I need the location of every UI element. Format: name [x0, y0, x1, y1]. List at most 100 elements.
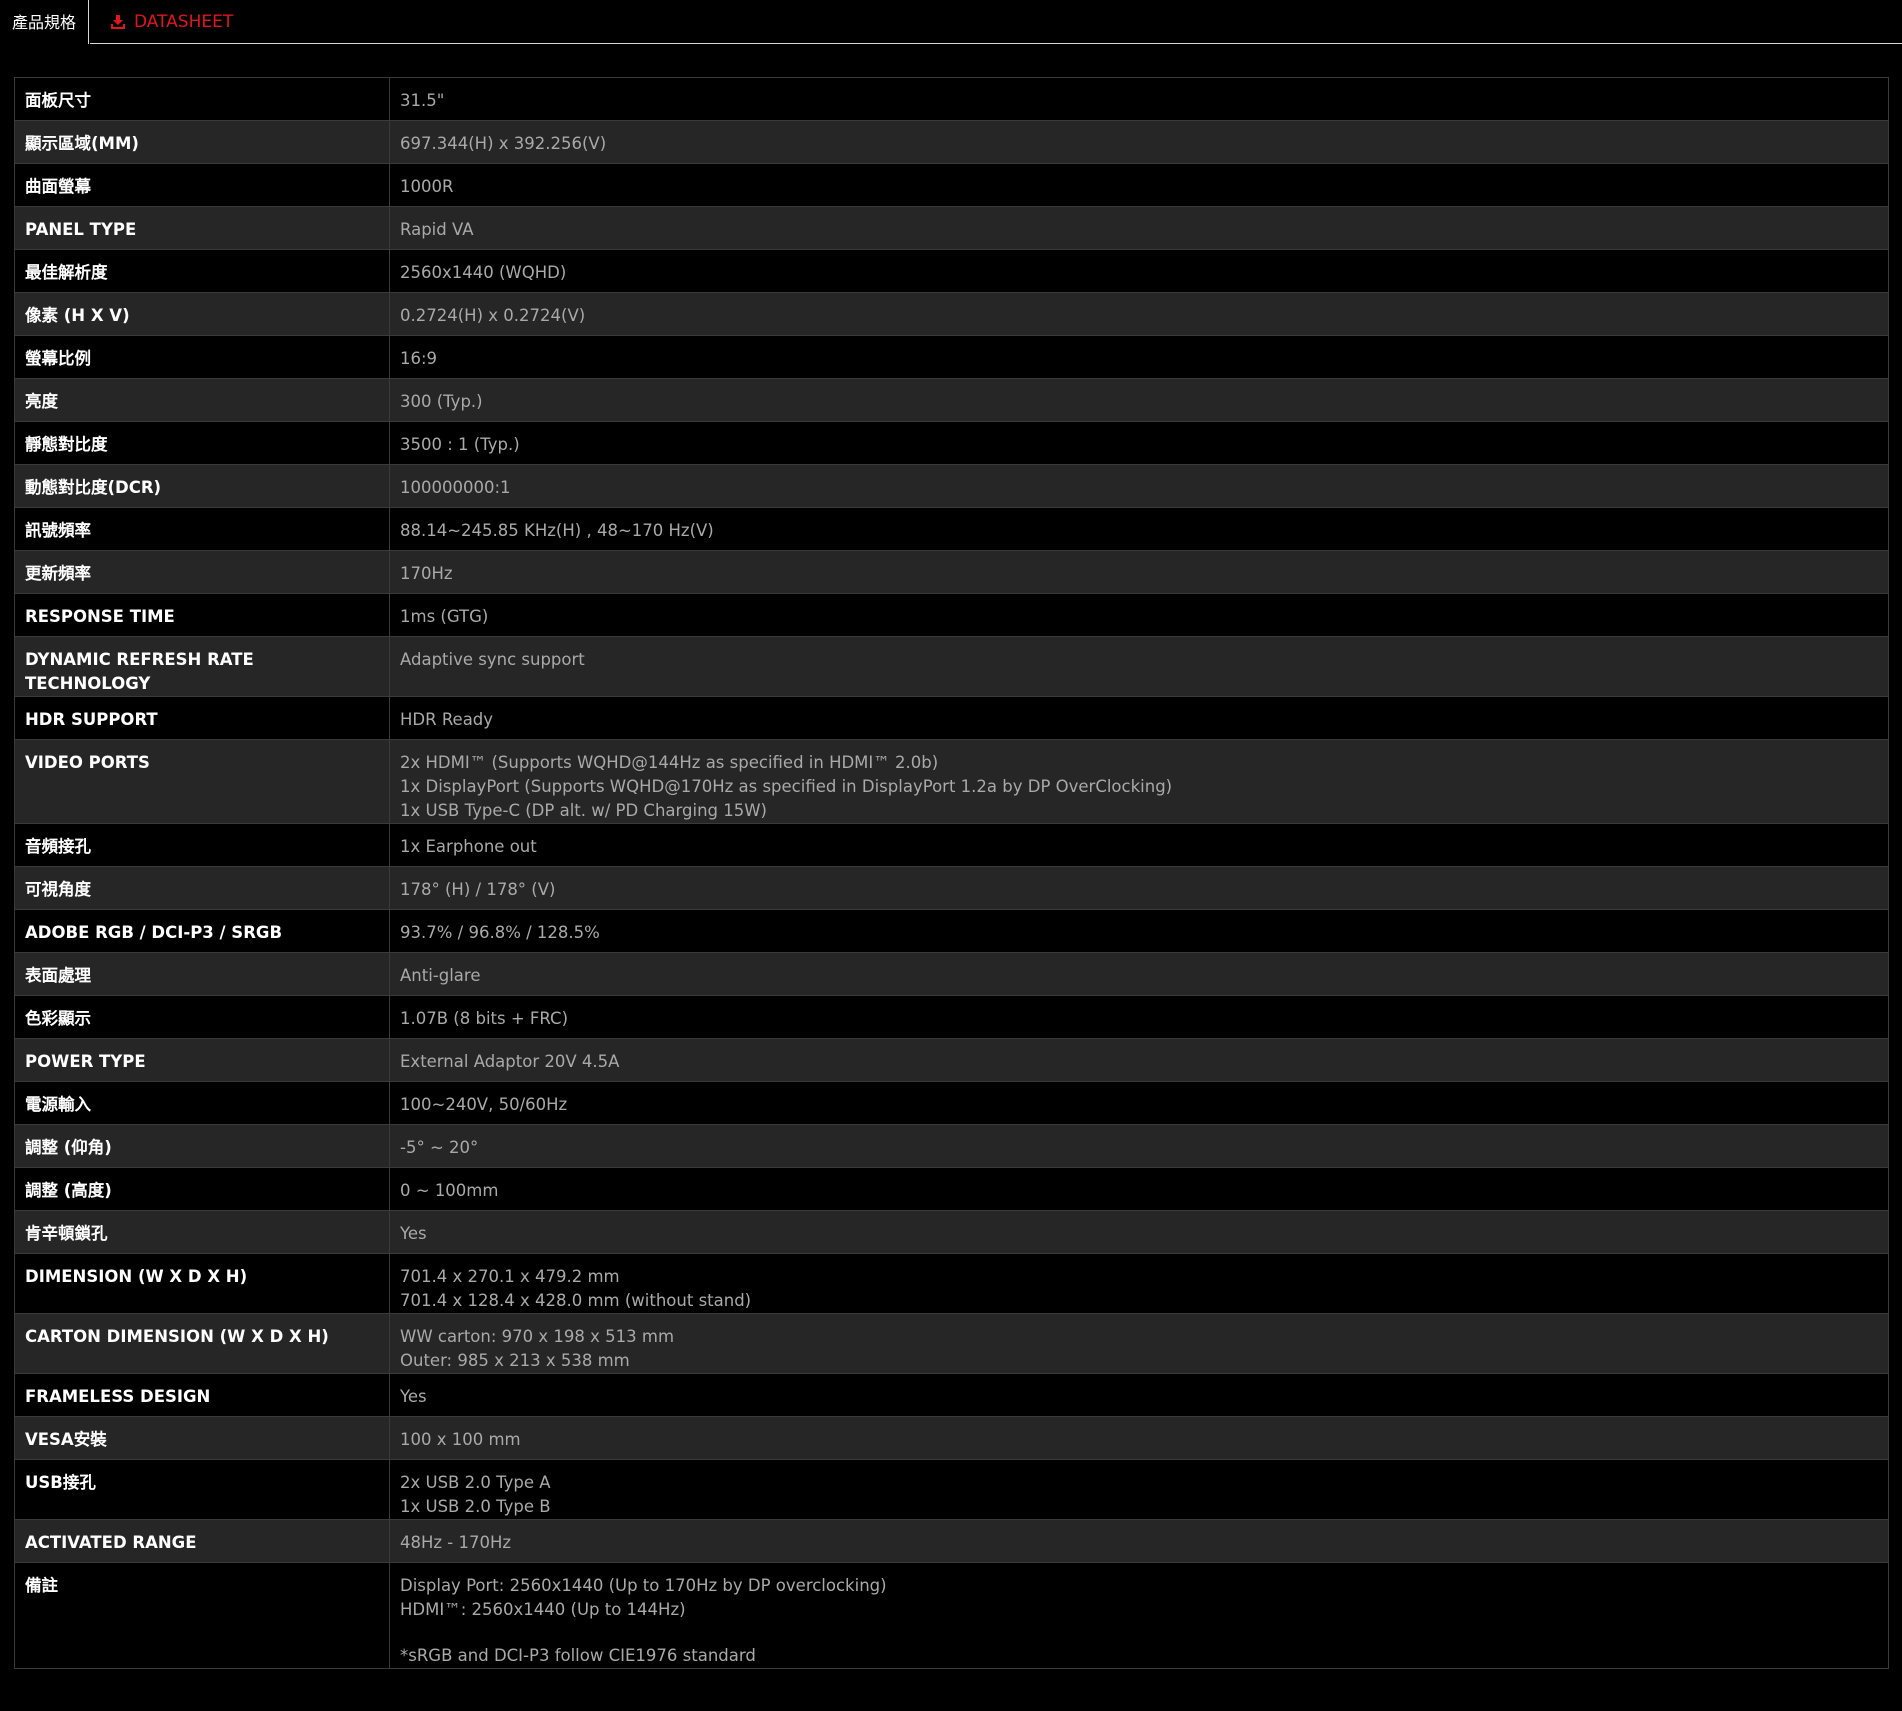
- spec-value-line: -5° ~ 20°: [400, 1138, 479, 1157]
- tab-datasheet[interactable]: DATASHEET: [110, 0, 233, 44]
- spec-row: HDR SUPPORT HDR Ready: [14, 696, 1889, 740]
- spec-label: 音頻接孔: [14, 823, 390, 867]
- spec-value-line: 93.7% / 96.8% / 128.5%: [400, 923, 600, 942]
- spec-label: 訊號頻率: [14, 507, 390, 551]
- spec-label: CARTON DIMENSION (W X D X H): [14, 1313, 390, 1374]
- spec-row: RESPONSE TIME 1ms (GTG): [14, 593, 1889, 637]
- spec-row: 肯辛頓鎖孔 Yes: [14, 1210, 1889, 1254]
- spec-value: Yes: [389, 1210, 1889, 1254]
- spec-value-line: 1x USB Type-C (DP alt. w/ PD Charging 15…: [400, 801, 767, 820]
- spec-label: 電源輸入: [14, 1081, 390, 1125]
- spec-value: 1ms (GTG): [389, 593, 1889, 637]
- spec-row: 面板尺寸 31.5": [14, 77, 1889, 121]
- spec-value-line: Rapid VA: [400, 220, 474, 239]
- spec-value-line: 100~240V, 50/60Hz: [400, 1095, 568, 1114]
- spec-label: 調整 (高度): [14, 1167, 390, 1211]
- spec-label: 螢幕比例: [14, 335, 390, 379]
- spec-row: ADOBE RGB / DCI-P3 / SRGB 93.7% / 96.8% /…: [14, 909, 1889, 953]
- spec-value-line: 178° (H) / 178° (V): [400, 880, 556, 899]
- spec-row: ACTIVATED RANGE 48Hz - 170Hz: [14, 1519, 1889, 1563]
- spec-row: FRAMELESS DESIGN Yes: [14, 1373, 1889, 1417]
- spec-tabbar: 產品規格 DATASHEET: [0, 0, 1902, 44]
- tabbar-divider: [90, 43, 1902, 44]
- spec-value: 0 ~ 100mm: [389, 1167, 1889, 1211]
- spec-value-line: WW carton: 970 x 198 x 513 mm: [400, 1327, 675, 1346]
- spec-row: 調整 (高度) 0 ~ 100mm: [14, 1167, 1889, 1211]
- spec-row: 備註 Display Port: 2560x1440 (Up to 170Hz b…: [14, 1562, 1889, 1669]
- spec-value-line: External Adaptor 20V 4.5A: [400, 1052, 620, 1071]
- spec-value-line: Outer: 985 x 213 x 538 mm: [400, 1351, 630, 1370]
- spec-value-line: 701.4 x 128.4 x 428.0 mm (without stand): [400, 1291, 752, 1310]
- spec-value: 2x HDMI™ (Supports WQHD@144Hz as specifi…: [389, 739, 1889, 824]
- spec-value-line: 88.14~245.85 KHz(H) , 48~170 Hz(V): [400, 521, 714, 540]
- spec-value-line: 100 x 100 mm: [400, 1430, 521, 1449]
- spec-value: Rapid VA: [389, 206, 1889, 250]
- spec-row: CARTON DIMENSION (W X D X H) WW carton: 9…: [14, 1313, 1889, 1374]
- spec-value-line: Yes: [400, 1224, 427, 1243]
- spec-label: 更新頻率: [14, 550, 390, 594]
- spec-value: HDR Ready: [389, 696, 1889, 740]
- spec-value: 0.2724(H) x 0.2724(V): [389, 292, 1889, 336]
- spec-label: 靜態對比度: [14, 421, 390, 465]
- spec-value-line: 1x Earphone out: [400, 837, 537, 856]
- spec-row: DIMENSION (W X D X H) 701.4 x 270.1 x 479…: [14, 1253, 1889, 1314]
- spec-value-line: 48Hz - 170Hz: [400, 1533, 512, 1552]
- spec-value-line: HDMI™: 2560x1440 (Up to 144Hz): [400, 1600, 686, 1619]
- spec-label: 最佳解析度: [14, 249, 390, 293]
- spec-value-line: 1000R: [400, 177, 454, 196]
- spec-label: 備註: [14, 1562, 390, 1669]
- spec-value-line: 1.07B (8 bits + FRC): [400, 1009, 569, 1028]
- spec-value: 300 (Typ.): [389, 378, 1889, 422]
- spec-value: 88.14~245.85 KHz(H) , 48~170 Hz(V): [389, 507, 1889, 551]
- spec-value: 697.344(H) x 392.256(V): [389, 120, 1889, 164]
- spec-label: ADOBE RGB / DCI-P3 / SRGB: [14, 909, 390, 953]
- spec-value-line: 170Hz: [400, 564, 453, 583]
- download-icon: [110, 14, 126, 30]
- spec-label: DIMENSION (W X D X H): [14, 1253, 390, 1314]
- spec-value-line: 2x USB 2.0 Type A: [400, 1473, 551, 1492]
- spec-row: 動態對比度(DCR) 100000000:1: [14, 464, 1889, 508]
- spec-table: 面板尺寸 31.5" 顯示區域(MM) 697.344(H) x 392.256(V)…: [14, 77, 1889, 1669]
- spec-label: 動態對比度(DCR): [14, 464, 390, 508]
- spec-value-line: 1ms (GTG): [400, 607, 489, 626]
- spec-row: 最佳解析度 2560x1440 (WQHD): [14, 249, 1889, 293]
- spec-value-line: 31.5": [400, 91, 445, 110]
- spec-value-line: *sRGB and DCI-P3 follow CIE1976 standard: [400, 1646, 756, 1665]
- spec-row: POWER TYPE External Adaptor 20V 4.5A: [14, 1038, 1889, 1082]
- spec-row: 顯示區域(MM) 697.344(H) x 392.256(V): [14, 120, 1889, 164]
- spec-value: 178° (H) / 178° (V): [389, 866, 1889, 910]
- spec-value-line: 0 ~ 100mm: [400, 1181, 499, 1200]
- spec-value: 1x Earphone out: [389, 823, 1889, 867]
- spec-label: 表面處理: [14, 952, 390, 996]
- spec-value: 100000000:1: [389, 464, 1889, 508]
- spec-value: 2x USB 2.0 Type A 1x USB 2.0 Type B: [389, 1459, 1889, 1520]
- spec-value: WW carton: 970 x 198 x 513 mm Outer: 985 …: [389, 1313, 1889, 1374]
- spec-label: VIDEO PORTS: [14, 739, 390, 824]
- spec-value: External Adaptor 20V 4.5A: [389, 1038, 1889, 1082]
- spec-value-line: 0.2724(H) x 0.2724(V): [400, 306, 586, 325]
- spec-row: 訊號頻率 88.14~245.85 KHz(H) , 48~170 Hz(V): [14, 507, 1889, 551]
- spec-value-line: 100000000:1: [400, 478, 511, 497]
- tab-specs-label: 產品規格: [11, 13, 76, 32]
- spec-label: VESA安裝: [14, 1416, 390, 1460]
- spec-label: 色彩顯示: [14, 995, 390, 1039]
- spec-label: 調整 (仰角): [14, 1124, 390, 1168]
- spec-value: 48Hz - 170Hz: [389, 1519, 1889, 1563]
- spec-label: 亮度: [14, 378, 390, 422]
- spec-row: 表面處理 Anti-glare: [14, 952, 1889, 996]
- spec-row: 像素 (H X V) 0.2724(H) x 0.2724(V): [14, 292, 1889, 336]
- spec-label: 可視角度: [14, 866, 390, 910]
- spec-value-line: 300 (Typ.): [400, 392, 483, 411]
- spec-row: 靜態對比度 3500 : 1 (Typ.): [14, 421, 1889, 465]
- spec-row: 亮度 300 (Typ.): [14, 378, 1889, 422]
- spec-value: 170Hz: [389, 550, 1889, 594]
- tab-specs[interactable]: 產品規格: [0, 0, 89, 44]
- spec-value-line: 1x DisplayPort (Supports WQHD@170Hz as s…: [400, 777, 1173, 796]
- spec-row: 更新頻率 170Hz: [14, 550, 1889, 594]
- spec-row: USB接孔 2x USB 2.0 Type A 1x USB 2.0 Type B: [14, 1459, 1889, 1520]
- spec-row: 可視角度 178° (H) / 178° (V): [14, 866, 1889, 910]
- spec-value: 1000R: [389, 163, 1889, 207]
- spec-value: 100 x 100 mm: [389, 1416, 1889, 1460]
- spec-value: -5° ~ 20°: [389, 1124, 1889, 1168]
- spec-value: 16:9: [389, 335, 1889, 379]
